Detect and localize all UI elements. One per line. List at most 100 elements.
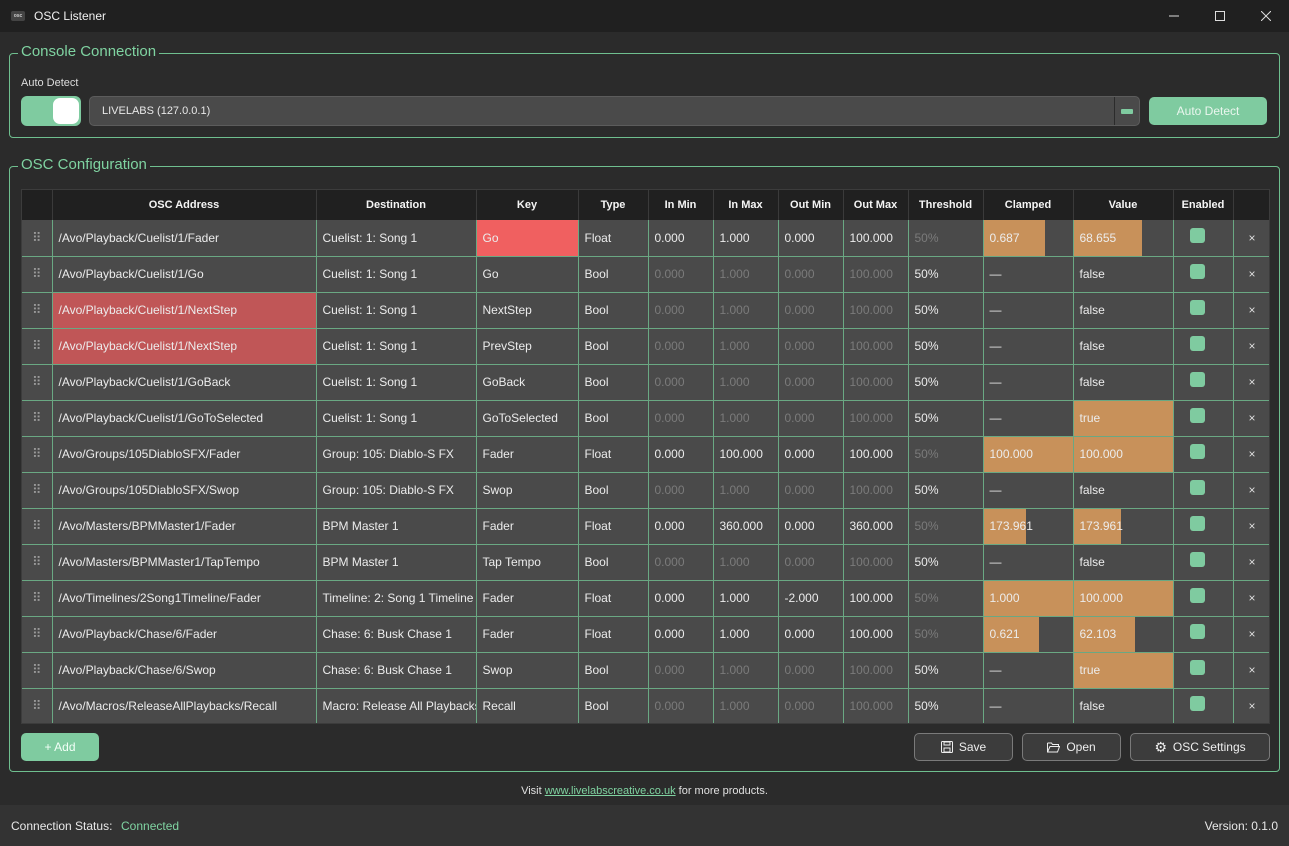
osc-address-cell[interactable]: /Avo/Playback/Chase/6/Swop xyxy=(52,652,317,689)
minimize-button[interactable] xyxy=(1151,0,1197,32)
close-button[interactable] xyxy=(1243,0,1289,32)
threshold-cell[interactable]: 50% xyxy=(908,580,984,617)
key-cell[interactable]: Swop xyxy=(476,652,579,689)
out-max-cell[interactable]: 100.000 xyxy=(843,436,909,473)
out-max-cell[interactable]: 100.000 xyxy=(843,652,909,689)
type-cell[interactable]: Float xyxy=(578,220,649,257)
drag-handle-icon[interactable]: ⠿ xyxy=(22,544,53,581)
out-min-cell[interactable]: -2.000 xyxy=(778,580,844,617)
drag-handle-icon[interactable]: ⠿ xyxy=(22,688,53,723)
type-cell[interactable]: Bool xyxy=(578,364,649,401)
threshold-cell[interactable]: 50% xyxy=(908,256,984,293)
column-header[interactable]: Threshold xyxy=(908,190,984,220)
delete-row-button[interactable]: × xyxy=(1233,472,1269,509)
key-cell[interactable]: Tap Tempo xyxy=(476,544,579,581)
drag-handle-icon[interactable]: ⠿ xyxy=(22,436,53,473)
in-min-cell[interactable]: 0.000 xyxy=(648,256,714,293)
key-cell[interactable]: Fader xyxy=(476,508,579,545)
add-button[interactable]: + Add xyxy=(21,733,99,761)
in-max-cell[interactable]: 1.000 xyxy=(713,220,779,257)
column-header[interactable]: Enabled xyxy=(1173,190,1234,220)
destination-cell[interactable]: Cuelist: 1: Song 1 xyxy=(316,256,477,293)
in-min-cell[interactable]: 0.000 xyxy=(648,328,714,365)
key-cell[interactable]: Go xyxy=(476,220,579,257)
column-header[interactable]: Type xyxy=(578,190,649,220)
in-max-cell[interactable]: 1.000 xyxy=(713,328,779,365)
out-min-cell[interactable]: 0.000 xyxy=(778,292,844,329)
out-min-cell[interactable]: 0.000 xyxy=(778,616,844,653)
osc-address-cell[interactable]: /Avo/Playback/Cuelist/1/Go xyxy=(52,256,317,293)
destination-cell[interactable]: BPM Master 1 xyxy=(316,544,477,581)
threshold-cell[interactable]: 50% xyxy=(908,292,984,329)
enabled-checkbox[interactable] xyxy=(1189,372,1205,388)
delete-row-button[interactable]: × xyxy=(1233,256,1269,293)
out-max-cell[interactable]: 100.000 xyxy=(843,580,909,617)
delete-row-button[interactable]: × xyxy=(1233,580,1269,617)
out-max-cell[interactable]: 100.000 xyxy=(843,364,909,401)
out-max-cell[interactable]: 100.000 xyxy=(843,220,909,257)
destination-cell[interactable]: Cuelist: 1: Song 1 xyxy=(316,328,477,365)
destination-cell[interactable]: Timeline: 2: Song 1 Timeline xyxy=(316,580,477,617)
destination-cell[interactable]: Cuelist: 1: Song 1 xyxy=(316,292,477,329)
type-cell[interactable]: Bool xyxy=(578,652,649,689)
column-header[interactable] xyxy=(1233,190,1269,220)
in-max-cell[interactable]: 1.000 xyxy=(713,544,779,581)
in-min-cell[interactable]: 0.000 xyxy=(648,220,714,257)
threshold-cell[interactable]: 50% xyxy=(908,364,984,401)
key-cell[interactable]: NextStep xyxy=(476,292,579,329)
osc-address-cell[interactable]: /Avo/Playback/Cuelist/1/GoBack xyxy=(52,364,317,401)
type-cell[interactable]: Bool xyxy=(578,400,649,437)
threshold-cell[interactable]: 50% xyxy=(908,544,984,581)
in-max-cell[interactable]: 1.000 xyxy=(713,472,779,509)
in-min-cell[interactable]: 0.000 xyxy=(648,436,714,473)
column-header[interactable]: Out Max xyxy=(843,190,909,220)
auto-detect-toggle[interactable] xyxy=(21,96,81,126)
threshold-cell[interactable]: 50% xyxy=(908,652,984,689)
in-min-cell[interactable]: 0.000 xyxy=(648,292,714,329)
drag-handle-icon[interactable]: ⠿ xyxy=(22,652,53,689)
enabled-checkbox[interactable] xyxy=(1189,480,1205,496)
threshold-cell[interactable]: 50% xyxy=(908,400,984,437)
drag-handle-icon[interactable]: ⠿ xyxy=(22,616,53,653)
drag-handle-icon[interactable]: ⠿ xyxy=(22,580,53,617)
drag-handle-icon[interactable]: ⠿ xyxy=(22,256,53,293)
console-select[interactable]: LIVELABS (127.0.0.1) xyxy=(89,96,1140,126)
destination-cell[interactable]: BPM Master 1 xyxy=(316,508,477,545)
out-min-cell[interactable]: 0.000 xyxy=(778,436,844,473)
drag-handle-icon[interactable]: ⠿ xyxy=(22,364,53,401)
enabled-checkbox[interactable] xyxy=(1189,408,1205,424)
enabled-checkbox[interactable] xyxy=(1189,552,1205,568)
column-header[interactable] xyxy=(22,190,53,220)
drag-handle-icon[interactable]: ⠿ xyxy=(22,508,53,545)
column-header[interactable]: In Max xyxy=(713,190,779,220)
key-cell[interactable]: Swop xyxy=(476,472,579,509)
out-min-cell[interactable]: 0.000 xyxy=(778,256,844,293)
out-max-cell[interactable]: 100.000 xyxy=(843,256,909,293)
out-max-cell[interactable]: 100.000 xyxy=(843,616,909,653)
enabled-checkbox[interactable] xyxy=(1189,516,1205,532)
in-min-cell[interactable]: 0.000 xyxy=(648,580,714,617)
threshold-cell[interactable]: 50% xyxy=(908,688,984,723)
osc-address-cell[interactable]: /Avo/Masters/BPMMaster1/Fader xyxy=(52,508,317,545)
type-cell[interactable]: Bool xyxy=(578,544,649,581)
enabled-checkbox[interactable] xyxy=(1189,624,1205,640)
key-cell[interactable]: Fader xyxy=(476,436,579,473)
in-max-cell[interactable]: 100.000 xyxy=(713,436,779,473)
destination-cell[interactable]: Group: 105: Diablo-S FX xyxy=(316,472,477,509)
type-cell[interactable]: Bool xyxy=(578,328,649,365)
osc-address-cell[interactable]: /Avo/Playback/Chase/6/Fader xyxy=(52,616,317,653)
in-min-cell[interactable]: 0.000 xyxy=(648,688,714,723)
enabled-checkbox[interactable] xyxy=(1189,696,1205,712)
destination-cell[interactable]: Group: 105: Diablo-S FX xyxy=(316,436,477,473)
drag-handle-icon[interactable]: ⠿ xyxy=(22,292,53,329)
key-cell[interactable]: Recall xyxy=(476,688,579,723)
in-max-cell[interactable]: 1.000 xyxy=(713,616,779,653)
out-min-cell[interactable]: 0.000 xyxy=(778,472,844,509)
threshold-cell[interactable]: 50% xyxy=(908,472,984,509)
enabled-checkbox[interactable] xyxy=(1189,588,1205,604)
in-max-cell[interactable]: 360.000 xyxy=(713,508,779,545)
out-min-cell[interactable]: 0.000 xyxy=(778,328,844,365)
osc-address-cell[interactable]: /Avo/Groups/105DiabloSFX/Swop xyxy=(52,472,317,509)
delete-row-button[interactable]: × xyxy=(1233,292,1269,329)
in-min-cell[interactable]: 0.000 xyxy=(648,364,714,401)
